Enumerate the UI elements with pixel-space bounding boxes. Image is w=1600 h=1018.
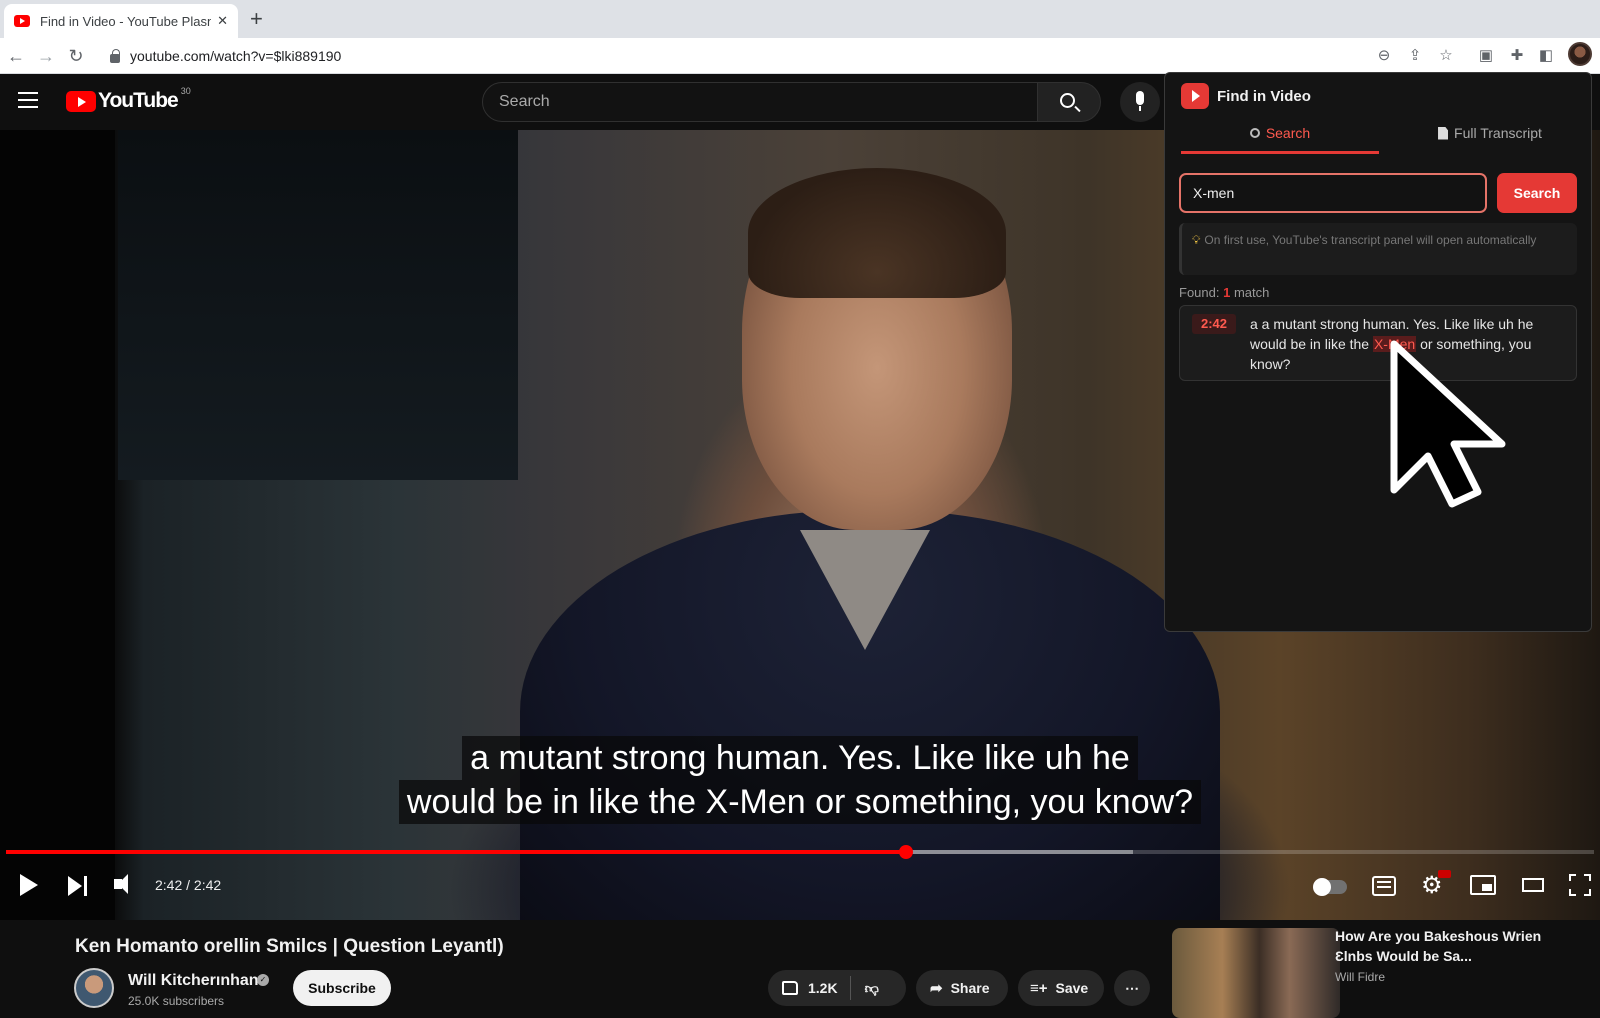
progress-played (6, 850, 907, 854)
recommended-title[interactable]: How Are you Bakeshous Wrien Ɛlnbs Would … (1335, 926, 1565, 966)
tab-close-icon[interactable]: ✕ (217, 13, 228, 29)
bookmark-star-icon[interactable]: ☆ (1436, 46, 1456, 66)
side-panel-icon[interactable]: ◧ (1536, 46, 1556, 66)
playlist-add-icon: ≡+ (1030, 979, 1048, 997)
document-icon (1438, 126, 1449, 140)
back-icon[interactable]: ← (4, 44, 28, 68)
video-info: Ken Homanto orellin Smilcs | Question Le… (0, 920, 1600, 1018)
new-tab-button[interactable]: + (250, 6, 263, 32)
tab-search[interactable]: Search (1181, 125, 1379, 154)
channel-avatar[interactable] (74, 968, 114, 1008)
thumbs-down-icon: 👎︎ (864, 979, 879, 996)
extension-logo-icon (1181, 83, 1209, 109)
country-code: 30 (180, 86, 191, 96)
like-count: 1.2K (808, 980, 838, 996)
caption-line-2: would be in like the X-Men or something,… (398, 780, 1202, 824)
save-button[interactable]: ≡+ Save (1018, 970, 1104, 1006)
subscribe-button[interactable]: Subscribe (293, 970, 391, 1006)
youtube-logo[interactable]: YouTube 30 (66, 86, 191, 113)
lightbulb-icon: 💡︎ (1192, 233, 1201, 247)
search-input[interactable] (499, 93, 1037, 111)
tab-search-label: Search (1265, 125, 1311, 141)
search-box (482, 82, 1038, 122)
recommended-thumbnail[interactable] (1172, 928, 1340, 1018)
tip-text: On first use, YouTube's transcript panel… (1204, 233, 1537, 247)
browser-tab[interactable]: Find in Video - YouTube Plasn ✕ (4, 4, 238, 38)
miniplayer-icon[interactable] (1470, 875, 1496, 895)
quality-badge (1438, 870, 1451, 878)
theater-mode-icon[interactable] (1522, 878, 1544, 892)
search-result-item[interactable]: 2:42 a a mutant strong human. Yes. Like … (1179, 305, 1577, 381)
transcript-search-input[interactable] (1179, 173, 1487, 213)
person-hair (748, 168, 1006, 298)
extension-icon[interactable]: ▣ (1476, 46, 1496, 66)
player-controls: 2:42 / 2:42 ⚙ (0, 860, 1600, 916)
subtitles-icon[interactable] (1372, 876, 1396, 896)
reload-icon[interactable]: ↻ (64, 44, 88, 68)
search-button[interactable] (1037, 82, 1101, 122)
volume-icon[interactable] (114, 874, 128, 894)
thumbs-up-icon (782, 981, 798, 995)
recommended-channel: Will Fidre (1335, 970, 1385, 984)
puzzle-extensions-icon[interactable]: ✚ (1507, 46, 1527, 66)
progress-bar[interactable] (6, 845, 1594, 859)
url-text: youtube.com/watch?v=$lki889190 (130, 48, 342, 64)
youtube-favicon-icon (14, 15, 30, 27)
panel-header: Find in Video (1181, 83, 1311, 109)
browser-tab-bar: Find in Video - YouTube Plasn ✕ + (0, 0, 1600, 38)
next-icon[interactable] (68, 876, 82, 896)
mouse-cursor-icon (1390, 340, 1506, 508)
zoom-icon[interactable]: ⊖ (1374, 46, 1394, 66)
time-display: 2:42 / 2:42 (155, 877, 222, 893)
find-in-video-panel: Find in Video Search Full Transcript Sea… (1164, 72, 1592, 632)
more-actions-button[interactable]: ⋯ (1114, 970, 1150, 1006)
lock-icon (110, 48, 120, 63)
background-window (118, 130, 518, 480)
address-bar: ← → ↻ youtube.com/watch?v=$lki889190 ⊖ ⇪… (0, 38, 1600, 74)
youtube-logo-text: YouTube (98, 89, 179, 112)
menu-icon[interactable] (18, 92, 38, 108)
transcript-search-button[interactable]: Search (1497, 173, 1577, 213)
share-label: Share (950, 980, 990, 996)
found-suffix: match (1230, 285, 1270, 300)
play-icon[interactable] (20, 874, 38, 896)
first-use-tip: 💡︎ On first use, YouTube's transcript pan… (1179, 223, 1577, 275)
omnibox[interactable]: youtube.com/watch?v=$lki889190 (100, 42, 1440, 70)
like-button[interactable]: 1.2K (768, 976, 851, 1000)
share-arrow-icon: ➦ (930, 980, 943, 997)
profile-avatar[interactable] (1568, 42, 1592, 66)
like-dislike-group: 1.2K 👎︎ (768, 970, 906, 1006)
panel-title: Find in Video (1217, 87, 1311, 105)
result-timestamp[interactable]: 2:42 (1192, 314, 1236, 334)
next-icon-bar (84, 876, 87, 896)
share-button[interactable]: ➦ Share (916, 970, 1008, 1006)
tab-full-transcript[interactable]: Full Transcript (1405, 125, 1575, 141)
video-title: Ken Homanto orellin Smilcs | Question Le… (75, 936, 504, 957)
autoplay-toggle[interactable] (1313, 878, 1347, 896)
verified-icon: ✓ (257, 974, 269, 986)
voice-search-button[interactable] (1120, 82, 1160, 122)
save-label: Save (1055, 980, 1089, 996)
match-count: Found: 1 match (1179, 285, 1269, 300)
tab-title: Find in Video - YouTube Plasn (40, 13, 212, 29)
subscriber-count: 25.0K subscribers (128, 994, 225, 1008)
forward-icon[interactable]: → (34, 44, 58, 68)
search-icon (1249, 128, 1260, 138)
fullscreen-icon[interactable] (1569, 874, 1591, 896)
captions: a mutant strong human. Yes. Like like uh… (0, 736, 1600, 824)
caption-line-1: a mutant strong human. Yes. Like like uh… (462, 736, 1138, 780)
microphone-icon (1136, 91, 1144, 111)
search-icon (1060, 93, 1075, 108)
tab-full-label: Full Transcript (1454, 125, 1542, 141)
youtube-logo-icon (66, 90, 96, 112)
dislike-button[interactable]: 👎︎ (851, 980, 893, 997)
found-prefix: Found: (1179, 285, 1224, 300)
share-page-icon[interactable]: ⇪ (1405, 46, 1425, 66)
channel-name[interactable]: Will Kitcherınhan (128, 972, 259, 990)
